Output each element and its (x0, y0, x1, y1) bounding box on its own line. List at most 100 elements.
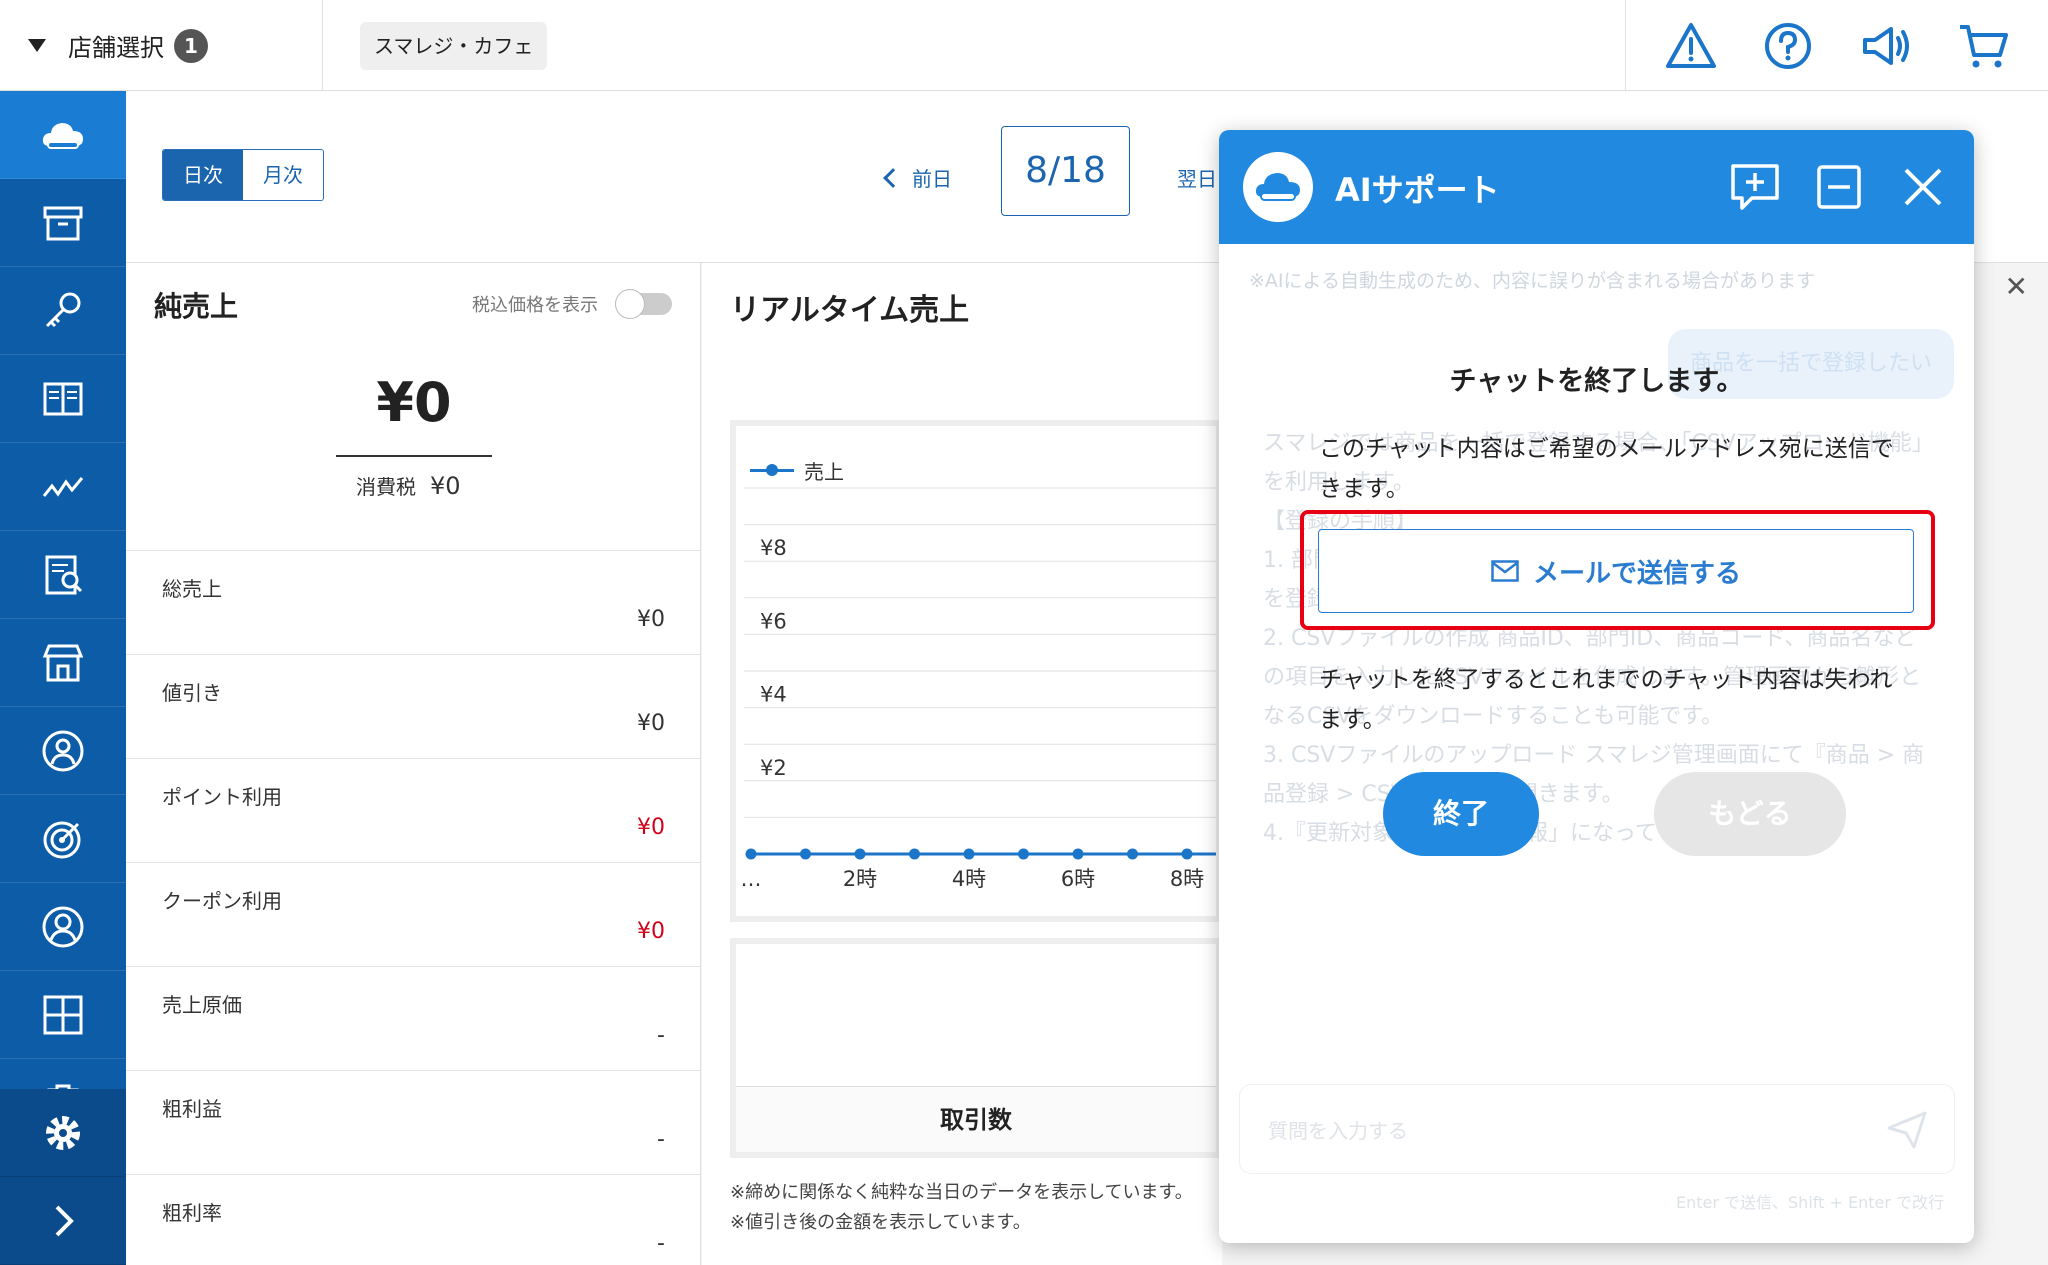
sidebar-item-reports[interactable] (0, 531, 126, 619)
confirm-title: チャットを終了します。 (1449, 366, 1744, 397)
data-point (963, 848, 975, 860)
data-point (1018, 848, 1029, 860)
ledger-icon (43, 382, 83, 415)
store-select-label: 店舗選択 (68, 34, 164, 62)
customer-icon (42, 906, 84, 947)
metric-value: ¥0 (637, 815, 665, 840)
chart-legend: 売上 (750, 456, 844, 485)
metric-label: 値引き (162, 681, 222, 705)
sidebar-item-settings[interactable] (0, 1089, 126, 1177)
metric-label: 粗利率 (162, 1201, 222, 1225)
y-tick-label: ¥8 (760, 536, 787, 560)
cloud-icon (42, 122, 83, 149)
x-tick-label: 6時 (1061, 867, 1095, 891)
metric-label: 売上原価 (162, 993, 242, 1017)
end-chat-button[interactable]: 終了 (1383, 772, 1539, 856)
cloud-icon (1255, 173, 1300, 201)
metric-row: ポイント利用 ¥0 (126, 758, 701, 862)
y-tick-label: ¥4 (760, 683, 787, 707)
metric-value: ¥0 (637, 607, 665, 632)
tax-value: ¥0 (430, 472, 461, 500)
realtime-sales-panel: リアルタイム売上 ¥2 ¥4 ¥6 ¥8 … 2時 4時 6時 8時 売上 取引数 ※締めに関係… (702, 263, 1222, 1265)
metric-label: 粗利益 (162, 1097, 222, 1121)
megaphone-icon[interactable] (1859, 19, 1913, 73)
sidebar-item-keys[interactable] (0, 267, 126, 355)
net-sales-title: 純売上 (154, 290, 239, 323)
new-chat-icon[interactable] (1728, 160, 1782, 214)
back-button[interactable]: もどる (1654, 772, 1846, 856)
x-tick-label: 8時 (1170, 867, 1204, 891)
sidebar-item-apps[interactable] (0, 971, 126, 1059)
data-point (800, 848, 811, 860)
sidebar-item-target[interactable] (0, 795, 126, 883)
amount-divider (336, 455, 492, 457)
tax-line: 消費税 ¥0 (356, 471, 461, 500)
metric-label: ポイント利用 (162, 785, 282, 809)
send-mail-button[interactable]: メールで送信する (1318, 529, 1914, 613)
target-icon (43, 821, 81, 858)
dropdown-triangle-icon (28, 39, 46, 52)
archive-box-icon (43, 206, 83, 240)
key-icon (45, 292, 81, 327)
metric-value: - (657, 1023, 665, 1048)
chevron-left-icon (883, 167, 903, 188)
sidebar-item-customers[interactable] (0, 883, 126, 971)
sidebar-expand-button[interactable] (0, 1177, 126, 1265)
trend-icon (42, 476, 84, 497)
sidebar-item-ledger[interactable] (0, 355, 126, 443)
tax-label: 消費税 (356, 475, 416, 499)
minimize-icon[interactable] (1812, 160, 1866, 214)
store-select-dropdown[interactable]: 店舗選択 1 (0, 0, 323, 91)
warning-icon[interactable] (1664, 19, 1718, 73)
send-mail-label: メールで送信する (1532, 558, 1741, 589)
top-bar: 店舗選択 1 スマレジ・カフェ (0, 0, 2048, 91)
ai-logo (1243, 152, 1313, 222)
realtime-sales-title: リアルタイム売上 (730, 293, 970, 328)
chart-notes: ※締めに関係なく純粋な当日のデータを表示しています。 ※値引き後の金額を表示して… (730, 1178, 1193, 1238)
confirm-warning-text: チャットを終了するとこれまでのチャット内容は失われます。 (1319, 667, 1893, 733)
tab-daily[interactable]: 日次 (163, 150, 243, 200)
transactions-card: 取引数 (730, 938, 1222, 1158)
tax-switch[interactable] (615, 289, 672, 319)
period-toggle: 日次 月次 (162, 149, 324, 201)
tax-toggle: 税込価格を表示 (472, 289, 672, 319)
mail-icon (1491, 560, 1519, 582)
sales-line-chart: ¥2 ¥4 ¥6 ¥8 … 2時 4時 6時 8時 (741, 487, 1216, 891)
next-day-button[interactable]: 翌日 (1177, 163, 1217, 192)
metric-row: 総売上 ¥0 (126, 550, 701, 654)
tab-monthly[interactable]: 月次 (243, 150, 323, 200)
prev-day-button[interactable]: 前日 (883, 163, 952, 192)
metric-value: ¥0 (637, 711, 665, 736)
transactions-label: 取引数 (736, 1086, 1216, 1152)
sidebar-item-analytics[interactable] (0, 443, 126, 531)
staff-icon (42, 730, 84, 771)
help-icon[interactable] (1761, 19, 1815, 73)
sidebar-item-stores[interactable] (0, 619, 126, 707)
data-point (854, 848, 866, 860)
sidebar-item-inventory[interactable] (0, 179, 126, 267)
metric-row: 売上原価 - (126, 966, 701, 1070)
data-point (909, 848, 920, 860)
legend-label: 売上 (804, 460, 844, 484)
tax-toggle-label: 税込価格を表示 (472, 295, 598, 316)
net-sales-panel: 純売上 税込価格を表示 ¥0 消費税 ¥0 総売上 ¥0 値引き ¥0 ポイント利用 ¥… (126, 263, 701, 1265)
ai-support-body: ※AIによる自動生成のため、内容に誤りが含まれる場合があります 商品を一括で登録… (1219, 244, 1974, 1243)
sidebar-item-staff[interactable] (0, 707, 126, 795)
sidebar (0, 91, 126, 1265)
data-point (1181, 848, 1193, 860)
ai-support-title: AIサポート (1335, 171, 1500, 209)
metric-label: クーポン利用 (162, 889, 282, 913)
sales-chart: ¥2 ¥4 ¥6 ¥8 … 2時 4時 6時 8時 売上 (730, 420, 1222, 922)
sidebar-item-dashboard[interactable] (0, 91, 126, 179)
metric-row: 粗利益 - (126, 1070, 701, 1174)
metric-row: クーポン利用 ¥0 (126, 862, 701, 966)
y-tick-label: ¥2 (760, 756, 787, 780)
metric-value: - (657, 1127, 665, 1152)
store-chip[interactable]: スマレジ・カフェ (360, 22, 548, 70)
close-icon[interactable]: ✕ (2005, 270, 2028, 303)
report-icon (45, 555, 83, 594)
x-tick-label: 2時 (843, 867, 877, 891)
close-icon[interactable] (1896, 160, 1950, 214)
cart-icon[interactable] (1956, 19, 2010, 73)
date-picker[interactable]: 8/18 (1001, 126, 1130, 216)
